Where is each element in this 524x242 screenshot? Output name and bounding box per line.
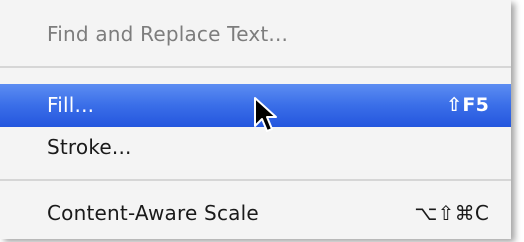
menu-item-shortcut: ⇧F5 (446, 94, 489, 116)
menu-item-label: Content-Aware Scale (47, 201, 259, 225)
menu-item-label: Fill... (47, 93, 95, 117)
arrow-pointer-icon (254, 97, 277, 132)
menu-separator (0, 66, 511, 68)
menu-item-shortcut: ⌥⇧⌘C (414, 201, 489, 225)
screenshot-frame: Find and Replace Text... Fill... ⇧F5 Str… (0, 0, 524, 242)
menu-separator (0, 179, 511, 181)
menu-item-find-replace-text: Find and Replace Text... (0, 14, 511, 54)
menu-item-content-aware-scale[interactable]: Content-Aware Scale ⌥⇧⌘C (0, 193, 511, 233)
menu-item-label: Find and Replace Text... (47, 22, 289, 46)
menu-item-label: Stroke... (47, 135, 132, 159)
